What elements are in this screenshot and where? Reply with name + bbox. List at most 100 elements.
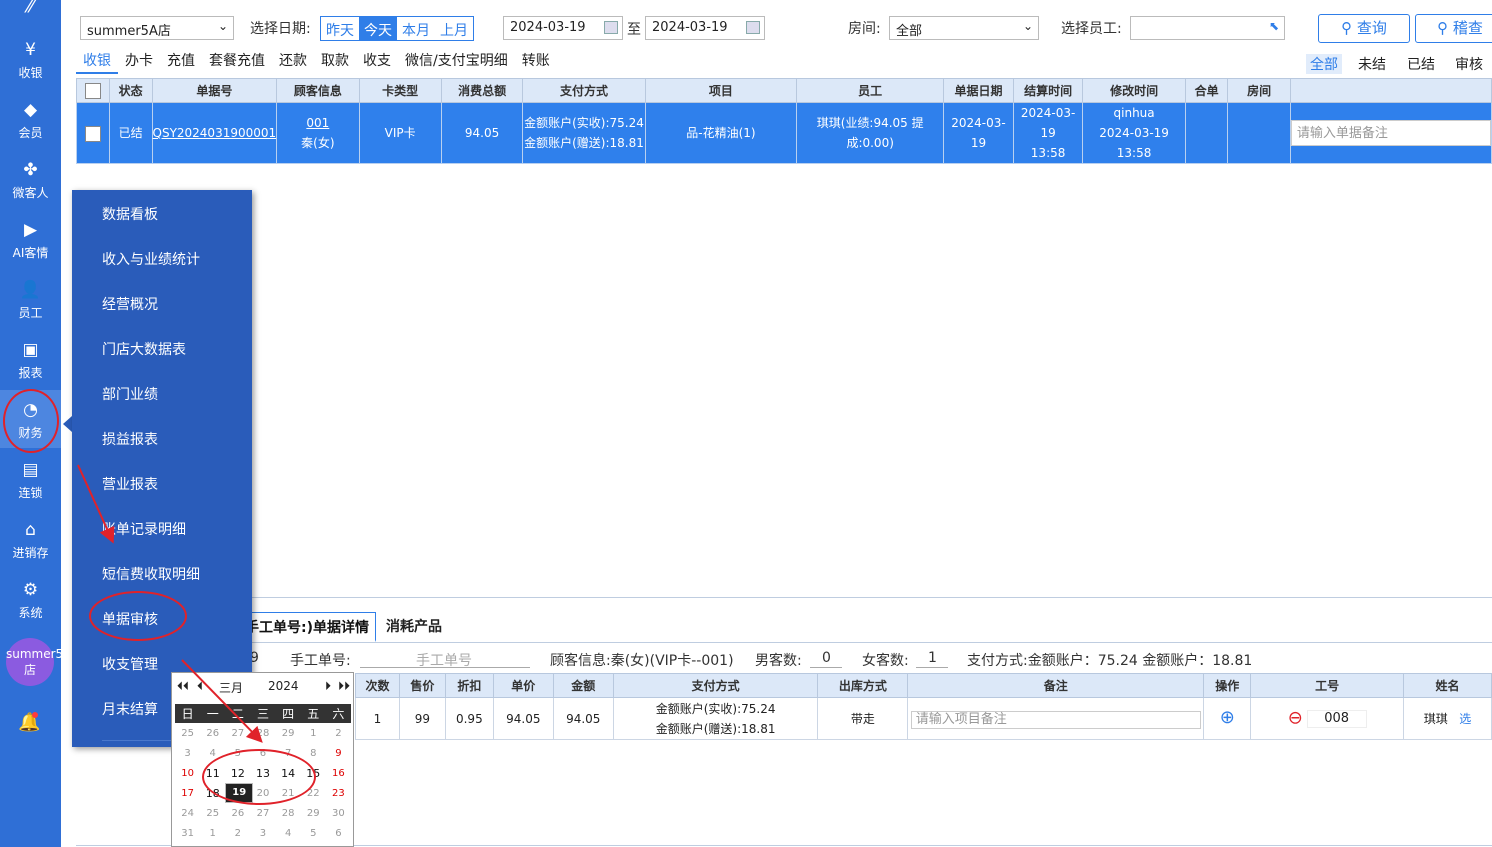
menu-item[interactable]: 数据看板 <box>102 204 158 224</box>
filter-settled[interactable]: 已结 <box>1407 54 1435 74</box>
room-select[interactable]: 全部 ⌄ <box>889 16 1039 40</box>
sidebar-item-diamond[interactable]: ◆ 会员 <box>0 90 61 148</box>
calendar-day[interactable]: 29 <box>301 803 326 823</box>
filter-unsettled[interactable]: 未结 <box>1358 54 1386 74</box>
calendar-day[interactable]: 27 <box>250 803 275 823</box>
next-month-icon[interactable]: ⏵ <box>325 679 331 694</box>
doc-no-link[interactable]: QSY2024031900001 <box>153 126 277 140</box>
filter-all[interactable]: 全部 <box>1306 54 1342 74</box>
calendar-day[interactable]: 30 <box>326 803 351 823</box>
female-count-input[interactable]: 1 <box>928 650 937 666</box>
add-circle-icon[interactable]: ⊕ <box>1220 707 1235 728</box>
calendar-day[interactable]: 28 <box>276 803 301 823</box>
next-year-icon[interactable]: ⏵⏵ <box>338 679 350 694</box>
calendar-day[interactable]: 31 <box>175 823 200 843</box>
tab-card[interactable]: 办卡 <box>118 50 160 74</box>
tab-transfer[interactable]: 转账 <box>515 50 557 74</box>
tab-repay[interactable]: 还款 <box>272 50 314 74</box>
tab-package-recharge[interactable]: 套餐充值 <box>202 50 272 74</box>
sidebar-item-monitor[interactable]: ▣ 报表 <box>0 330 61 388</box>
range-yesterday[interactable]: 昨天 <box>321 17 359 40</box>
query-button[interactable]: ⚲ 查询 <box>1318 14 1410 43</box>
item-remark-input[interactable]: 请输入项目备注 <box>910 710 1201 729</box>
calendar-day[interactable]: 23 <box>326 783 351 803</box>
calendar-day[interactable]: 1 <box>301 723 326 743</box>
calendar-day[interactable]: 2 <box>326 723 351 743</box>
tab-recharge[interactable]: 充值 <box>160 50 202 74</box>
col-remark <box>1289 78 1492 103</box>
calendar-day[interactable]: 1 <box>200 823 225 843</box>
sidebar-item-warehouse[interactable]: ⌂ 进销存 <box>0 510 61 568</box>
sidebar-item-store[interactable]: ▤ 连锁 <box>0 450 61 508</box>
row-modify-cell: qinhua 2024-03-19 13:58 <box>1082 102 1186 164</box>
calendar-day[interactable]: 27 <box>225 723 250 743</box>
sidebar-item-user[interactable]: 👤 员工 <box>0 270 61 328</box>
prev-year-icon[interactable]: ⏴⏴ <box>177 679 189 694</box>
select-staff-link[interactable]: 选 <box>1459 712 1471 726</box>
menu-item[interactable]: 营业报表 <box>102 474 158 494</box>
calendar-day[interactable]: 3 <box>250 823 275 843</box>
sidebar-item-gear[interactable]: ⚙ 系统 <box>0 570 61 628</box>
calendar-day[interactable]: 28 <box>250 723 275 743</box>
staff-no-input[interactable]: 008 <box>1306 710 1367 729</box>
tab-withdraw[interactable]: 取款 <box>314 50 356 74</box>
calendar-day[interactable]: 2 <box>225 823 250 843</box>
annotation-circle-dates <box>202 749 316 805</box>
calendar-year[interactable]: 2024 <box>268 679 299 693</box>
doc-remark-input[interactable]: 请输入单据备注 <box>1290 120 1491 146</box>
menu-item[interactable]: 损益报表 <box>102 429 158 449</box>
calendar-day[interactable]: 17 <box>175 783 200 803</box>
range-last-month[interactable]: 上月 <box>435 17 473 40</box>
calendar-day[interactable]: 6 <box>326 823 351 843</box>
calendar-day[interactable]: 4 <box>276 823 301 843</box>
tab-income-expense[interactable]: 收支 <box>356 50 398 74</box>
calendar-day[interactable]: 5 <box>301 823 326 843</box>
prev-month-icon[interactable]: ⏴ <box>197 679 203 694</box>
menu-item[interactable]: 账单记录明细 <box>102 519 186 539</box>
tab-doc-detail[interactable]: 手工单号:)单据详情 <box>238 612 376 642</box>
table-row[interactable]: 已结 QSY2024031900001 001 秦(女) VIP卡 94.05 金… <box>76 102 1492 164</box>
sidebar-item-play[interactable]: ▶ AI客情 <box>0 210 61 268</box>
filter-audit[interactable]: 审核 <box>1455 54 1483 74</box>
calendar-day[interactable]: 9 <box>326 743 351 763</box>
calendar-day[interactable]: 10 <box>175 763 200 783</box>
collapse-icon[interactable]: ⁄⁄ <box>0 0 61 30</box>
menu-item[interactable]: 收支管理 <box>102 654 158 674</box>
calendar-icon[interactable] <box>604 21 618 34</box>
calendar-day[interactable]: 29 <box>276 723 301 743</box>
calendar-icon[interactable] <box>746 21 760 34</box>
row-checkbox[interactable] <box>84 125 101 142</box>
male-count-input[interactable]: 0 <box>822 650 831 666</box>
bell-icon[interactable]: 🔔 <box>18 712 40 734</box>
calendar-day[interactable]: 26 <box>200 723 225 743</box>
calendar-day[interactable]: 25 <box>175 723 200 743</box>
avatar[interactable]: summer5A店 <box>6 638 71 686</box>
remove-circle-icon[interactable]: ⊖ <box>1288 708 1303 729</box>
range-today[interactable]: 今天 <box>359 17 397 40</box>
menu-item[interactable]: 月末结算 <box>102 699 158 719</box>
select-all-checkbox[interactable] <box>84 82 101 99</box>
calendar-day[interactable]: 26 <box>225 803 250 823</box>
menu-item[interactable]: 短信费收取明细 <box>102 564 200 584</box>
tab-consumed-products[interactable]: 消耗产品 <box>380 612 448 642</box>
customer-no-link[interactable]: 001 <box>306 116 329 130</box>
date-from-input[interactable]: 2024-03-19 <box>503 16 623 40</box>
calendar-day[interactable]: 3 <box>175 743 200 763</box>
calendar-day[interactable]: 25 <box>200 803 225 823</box>
menu-item[interactable]: 收入与业绩统计 <box>102 249 200 269</box>
range-this-month[interactable]: 本月 <box>397 17 435 40</box>
tab-wechat-alipay[interactable]: 微信/支付宝明细 <box>398 50 515 74</box>
calendar-day[interactable]: 24 <box>175 803 200 823</box>
menu-item[interactable]: 部门业绩 <box>102 384 158 404</box>
calendar-day[interactable]: 16 <box>326 763 351 783</box>
audit-button[interactable]: ⚲ 稽查 <box>1415 14 1492 43</box>
sidebar-item-clover[interactable]: ✤ 微客人 <box>0 150 61 208</box>
menu-item[interactable]: 经营概况 <box>102 294 158 314</box>
date-to-input[interactable]: 2024-03-19 <box>645 16 765 40</box>
store-select[interactable]: summer5A店 ⌄ <box>80 16 234 40</box>
tab-cashier[interactable]: 收银 <box>76 50 118 74</box>
staff-input[interactable]: ⬉ <box>1130 16 1285 40</box>
calendar-month[interactable]: 三月 <box>219 679 243 696</box>
menu-item[interactable]: 门店大数据表 <box>102 339 186 359</box>
sidebar-item-yen[interactable]: ¥ 收银 <box>0 30 61 88</box>
